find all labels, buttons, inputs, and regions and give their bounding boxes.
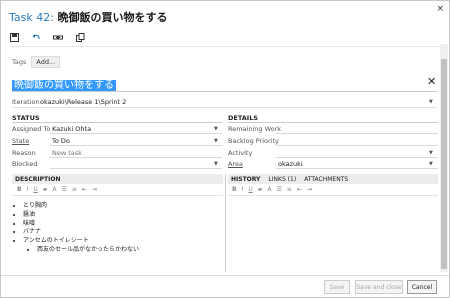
remaining-work-label: Remaining Work bbox=[228, 125, 282, 133]
status-header: STATUS bbox=[12, 114, 40, 122]
task-title-heading: 晩御飯の買い物をする bbox=[57, 11, 168, 24]
state-label: State bbox=[12, 137, 30, 145]
tab-attachments[interactable]: ATTACHMENTS bbox=[304, 176, 348, 183]
tab-links[interactable]: LINKS (1) bbox=[268, 176, 296, 183]
history-toolbar-divider bbox=[228, 195, 438, 196]
underline-icon[interactable]: U bbox=[33, 186, 37, 193]
bold-icon[interactable]: B bbox=[17, 186, 22, 193]
save-icon[interactable] bbox=[9, 32, 19, 42]
chevron-down-icon[interactable]: ▼ bbox=[429, 99, 433, 105]
details-divider bbox=[228, 122, 438, 123]
outdent-icon[interactable]: ⇤ bbox=[82, 186, 87, 193]
list-item: 醤油 bbox=[23, 211, 139, 220]
number-list-icon[interactable]: ≡ bbox=[72, 186, 77, 193]
bullet-list-icon[interactable]: ☰ bbox=[62, 186, 67, 193]
scrollbar-thumb[interactable] bbox=[441, 59, 447, 269]
description-header: DESCRIPTION bbox=[12, 174, 223, 184]
iteration-field[interactable]: okazuki\Release 1\Sprint 2 bbox=[40, 98, 126, 106]
title-underline bbox=[12, 91, 437, 92]
undo-icon[interactable] bbox=[31, 32, 41, 42]
list-item: アンセムのトイレシート bbox=[23, 237, 139, 246]
activity-label: Activity bbox=[228, 149, 253, 157]
title-selection: 晩御飯の買い物をする bbox=[12, 80, 116, 91]
task-id: Task 42: bbox=[9, 11, 54, 24]
sub-list-item: 西友のセール品がなかったらかわない bbox=[37, 246, 139, 255]
remaining-work-underline bbox=[276, 125, 438, 134]
tags-label: Tags bbox=[12, 58, 27, 66]
font-color-icon[interactable]: A bbox=[267, 186, 271, 193]
activity-underline bbox=[276, 149, 438, 158]
backlog-priority-underline bbox=[276, 137, 438, 146]
state-underline bbox=[50, 137, 222, 146]
highlight-icon[interactable]: ▰ bbox=[43, 186, 48, 193]
iteration-underline bbox=[12, 107, 437, 108]
description-editor[interactable]: とり胸肉 醤油 味噌 バナナ アンセムのトイレシート 西友のセール品がなかったら… bbox=[23, 202, 139, 255]
assigned-to-underline bbox=[50, 125, 222, 134]
italic-icon[interactable]: I bbox=[27, 186, 29, 193]
bold-icon[interactable]: B bbox=[232, 186, 237, 193]
backlog-priority-label: Backlog Priority bbox=[228, 137, 279, 145]
reason-underline bbox=[50, 149, 222, 158]
description-format-toolbar: B I U ▰ A ☰ ≡ ⇤ ⇥ bbox=[17, 186, 97, 193]
italic-icon[interactable]: I bbox=[242, 186, 244, 193]
tags-row: Tags Add... bbox=[12, 56, 61, 68]
work-item-dialog: Task 42: 晩御飯の買い物をする × Tags Add... 晩御飯の買い… bbox=[0, 0, 450, 298]
iteration-label: Iteration bbox=[12, 98, 40, 106]
underline-icon[interactable]: U bbox=[248, 186, 252, 193]
indent-icon[interactable]: ⇥ bbox=[92, 186, 97, 193]
description-toolbar-divider bbox=[12, 195, 223, 196]
list-item: とり胸肉 bbox=[23, 202, 139, 211]
assigned-to-label: Assigned To bbox=[12, 125, 51, 133]
highlight-icon[interactable]: ▰ bbox=[258, 186, 263, 193]
blocked-underline bbox=[50, 160, 222, 169]
status-divider bbox=[12, 122, 222, 123]
indent-icon[interactable]: ⇥ bbox=[307, 186, 312, 193]
toolbar bbox=[9, 32, 85, 42]
pane-separator bbox=[225, 174, 226, 272]
bullet-list-icon[interactable]: ☰ bbox=[277, 186, 282, 193]
save-and-close-button[interactable]: Save and close bbox=[355, 280, 403, 294]
clear-title-icon[interactable]: ✕ bbox=[427, 75, 436, 88]
history-format-toolbar: B I U ▰ A ☰ ≡ ⇤ ⇥ bbox=[232, 186, 312, 193]
tab-history[interactable]: HISTORY bbox=[231, 176, 260, 183]
outdent-icon[interactable]: ⇤ bbox=[297, 186, 302, 193]
area-underline bbox=[276, 160, 438, 169]
area-label: Area bbox=[228, 160, 243, 168]
close-icon[interactable]: × bbox=[436, 4, 444, 14]
history-tabs: HISTORY LINKS (1) ATTACHMENTS bbox=[228, 174, 438, 184]
copy-icon[interactable] bbox=[75, 32, 85, 42]
number-list-icon[interactable]: ≡ bbox=[287, 186, 292, 193]
list-item: 味噌 bbox=[23, 220, 139, 229]
link-icon[interactable] bbox=[53, 32, 63, 42]
cancel-button[interactable]: Cancel bbox=[407, 280, 437, 294]
title-field[interactable]: 晩御飯の買い物をする bbox=[12, 76, 116, 91]
description-title: DESCRIPTION bbox=[15, 175, 61, 183]
font-color-icon[interactable]: A bbox=[52, 186, 56, 193]
details-header: DETAILS bbox=[228, 114, 259, 122]
divider bbox=[12, 46, 440, 47]
save-button[interactable]: Save bbox=[324, 280, 350, 294]
reason-label: Reason bbox=[12, 149, 36, 157]
dialog-title: Task 42: 晩御飯の買い物をする bbox=[9, 9, 167, 25]
list-item: バナナ bbox=[23, 228, 139, 237]
blocked-label: Blocked bbox=[12, 160, 38, 168]
add-tag-button[interactable]: Add... bbox=[31, 56, 61, 68]
